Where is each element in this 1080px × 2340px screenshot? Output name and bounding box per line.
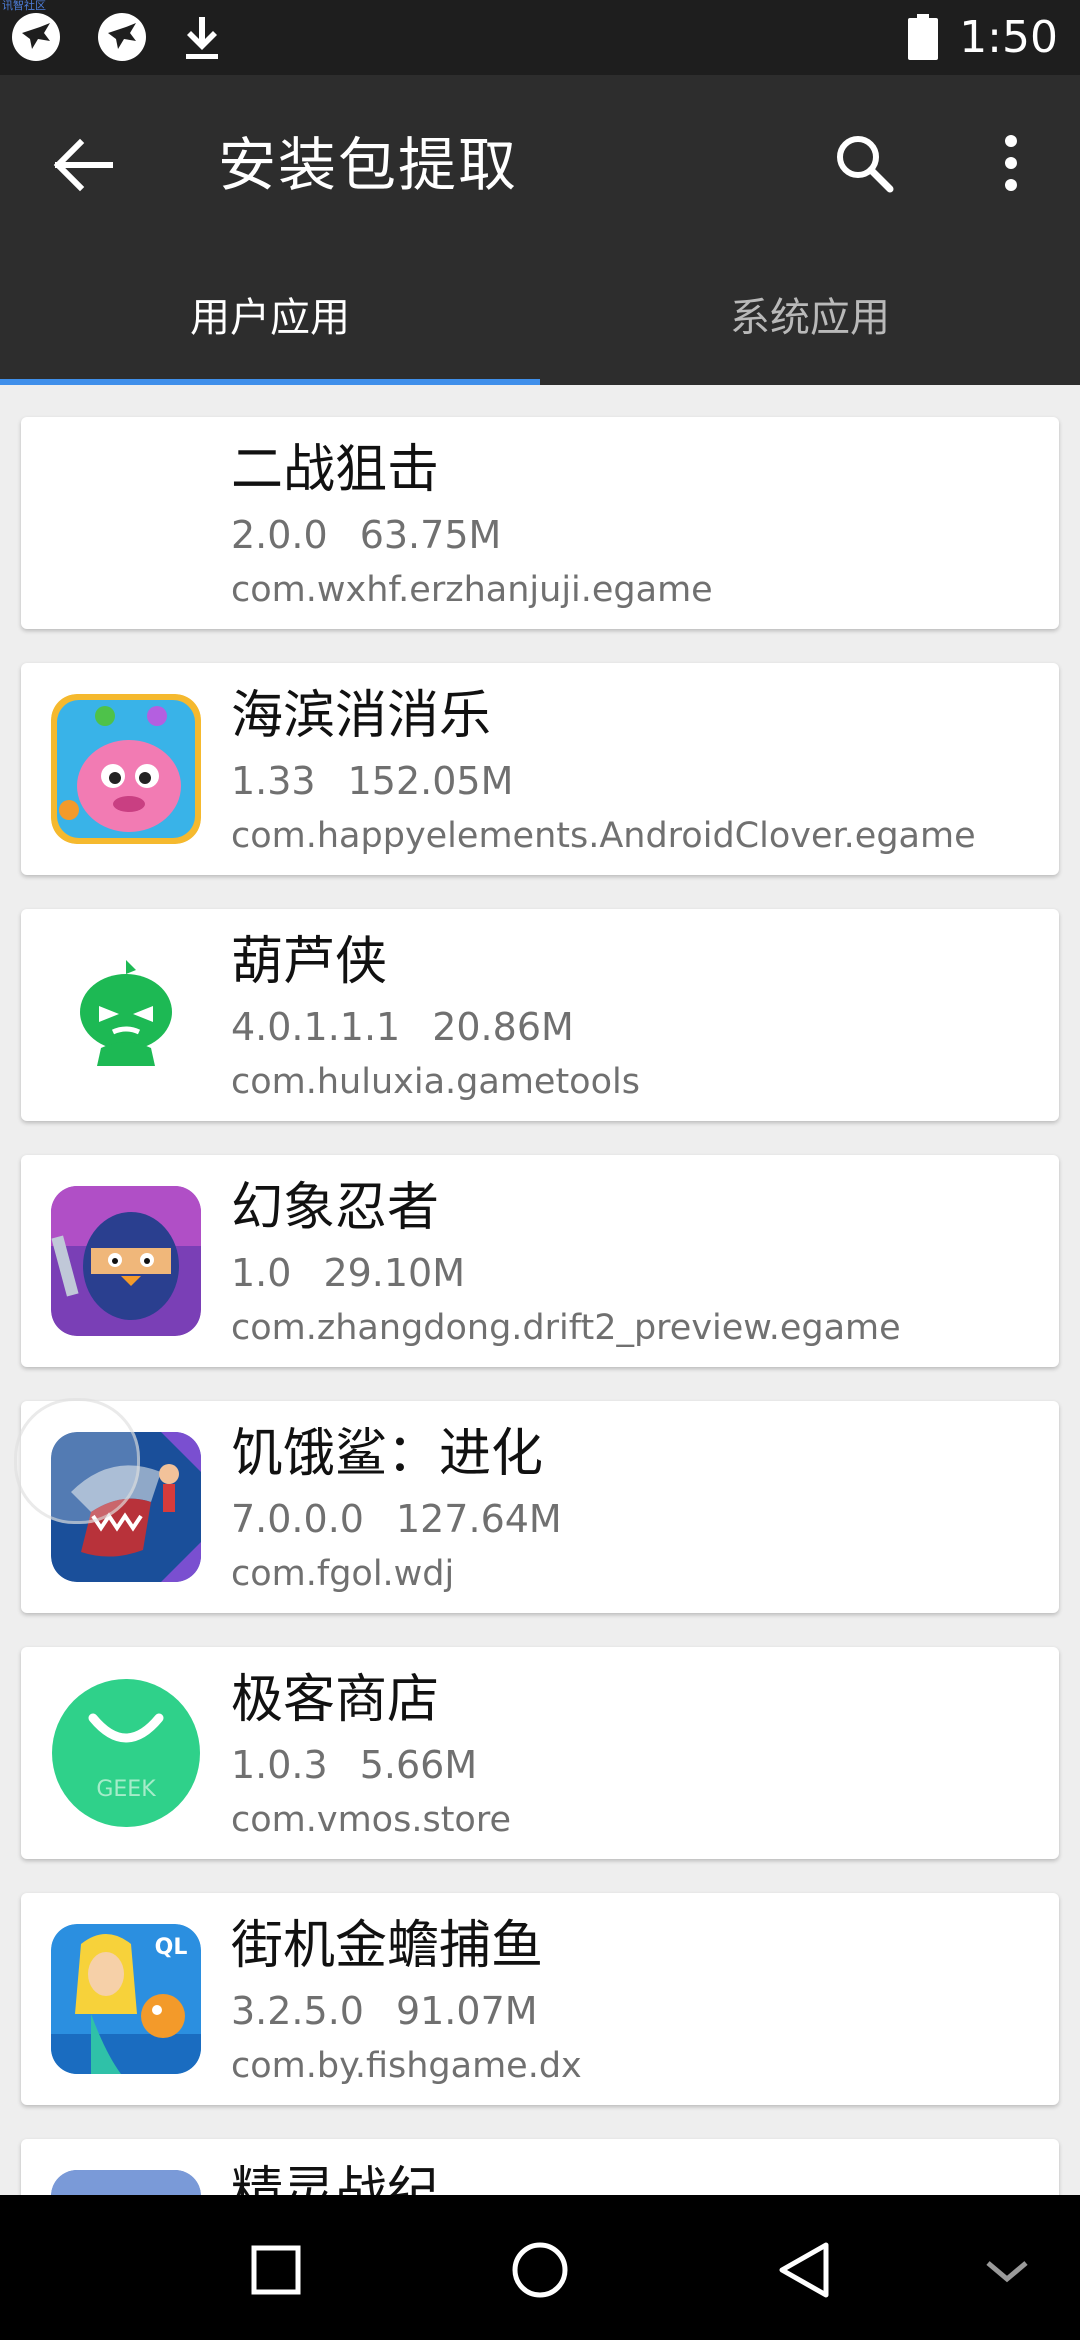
app-name: 极客商店 — [231, 1670, 440, 1730]
status-bar: 讯智社区 1:50 — [0, 0, 1080, 75]
app-package: com.wxhf.erzhanjuji.egame — [231, 570, 713, 610]
app-meta: 7.0.0.0 127.64M — [231, 1493, 562, 1545]
page-title: 安装包提取 — [218, 131, 519, 199]
clock: 1:50 — [959, 12, 1058, 63]
app-package: com.vmos.store — [231, 1800, 511, 1840]
back-arrow-icon[interactable] — [48, 130, 118, 200]
app-meta: 1.0.3 5.66M — [231, 1739, 477, 1791]
mermaid-fish-icon-text: QL — [155, 1935, 188, 1960]
geek-store-icon: GEEK — [51, 1678, 201, 1828]
app-package: com.fgol.wdj — [231, 1554, 455, 1594]
app-size: 152.05M — [347, 759, 514, 803]
app-size: 127.64M — [395, 1497, 562, 1541]
list-item[interactable]: 饥饿鲨：进化 7.0.0.0 127.64M com.fgol.wdj — [21, 1401, 1059, 1613]
app-version: 2.0.0 — [231, 513, 328, 557]
app-version: 1.33 — [231, 759, 316, 803]
app-version: 1.0 — [231, 1251, 292, 1295]
app-meta: 2.0.0 63.75M — [231, 509, 501, 561]
app-size: 91.07M — [395, 1989, 538, 2033]
mermaid-fish-icon: QL — [51, 1924, 201, 2074]
app-name: 精灵战纪 — [231, 2162, 440, 2195]
green-gourd-icon — [51, 940, 201, 1090]
list-item[interactable]: 葫芦侠 4.0.1.1.1 20.86M com.huluxia.gametool… — [21, 909, 1059, 1121]
back-triangle-icon[interactable] — [760, 2225, 850, 2315]
navigation-bar — [0, 2195, 1080, 2340]
geek-store-icon-text: GEEK — [96, 1777, 156, 1802]
floating-assistive-button[interactable] — [14, 1398, 140, 1524]
app-meta: 1.0 29.10M — [231, 1247, 465, 1299]
battery-icon — [908, 14, 938, 60]
app-package: com.zhangdong.drift2_preview.egame — [231, 1308, 901, 1348]
tab-system-apps[interactable]: 系统应用 — [540, 273, 1080, 385]
app-name: 二战狙击 — [231, 440, 440, 500]
app-package: com.by.fishgame.dx — [231, 2046, 582, 2086]
app-name: 海滨消消乐 — [231, 686, 492, 746]
list-item[interactable]: GEEK 极客商店 1.0.3 5.66M com.vmos.store — [21, 1647, 1059, 1859]
list-item[interactable]: 幻象忍者 1.0 29.10M com.zhangdong.drift2_prev… — [21, 1155, 1059, 1367]
pink-creature-icon — [51, 694, 201, 844]
ninja-icon — [51, 1186, 201, 1336]
tab-user-apps-label: 用户应用 — [190, 295, 350, 341]
app-name: 饥饿鲨：进化 — [231, 1424, 544, 1484]
bird-notification-icon — [12, 13, 60, 61]
app-name: 街机金蟾捕鱼 — [231, 1916, 544, 1976]
app-version: 7.0.0.0 — [231, 1497, 364, 1541]
app-version: 3.2.5.0 — [231, 1989, 364, 2033]
bird-notification-icon — [98, 13, 146, 61]
app-list[interactable]: 二战狙击 2.0.0 63.75M com.wxhf.erzhanjuji.ega… — [0, 385, 1080, 2195]
search-icon[interactable] — [828, 127, 900, 199]
app-version: 1.0.3 — [231, 1743, 328, 1787]
blank-icon — [51, 448, 201, 598]
app-version: 4.0.1.1.1 — [231, 1005, 401, 1049]
app-package: com.huluxia.gametools — [231, 1062, 640, 1102]
home-circle-icon[interactable] — [495, 2225, 585, 2315]
list-item[interactable]: QL 街机金蟾捕鱼 3.2.5.0 91.07M com.by.fishgame.… — [21, 1893, 1059, 2105]
app-meta: 4.0.1.1.1 20.86M — [231, 1001, 574, 1053]
list-item[interactable]: 精灵战纪 — [21, 2139, 1059, 2195]
app-name: 葫芦侠 — [231, 932, 388, 992]
app-meta: 3.2.5.0 91.07M — [231, 1985, 538, 2037]
app-name: 幻象忍者 — [231, 1178, 440, 1238]
tab-user-apps[interactable]: 用户应用 — [0, 273, 540, 385]
app-size: 29.10M — [323, 1251, 466, 1295]
list-item[interactable]: 海滨消消乐 1.33 152.05M com.happyelements.Andr… — [21, 663, 1059, 875]
app-size: 63.75M — [359, 513, 502, 557]
app-package: com.happyelements.AndroidClover.egame — [231, 816, 976, 856]
more-vert-icon[interactable] — [985, 127, 1037, 199]
app-bar: 安装包提取 用户应用 系统应用 — [0, 75, 1080, 385]
partial-icon — [51, 2170, 201, 2195]
hide-chevron-icon[interactable] — [962, 2225, 1052, 2315]
list-item[interactable]: 二战狙击 2.0.0 63.75M com.wxhf.erzhanjuji.ega… — [21, 417, 1059, 629]
tab-system-apps-label: 系统应用 — [730, 295, 890, 341]
recents-square-icon[interactable] — [231, 2225, 321, 2315]
app-size: 5.66M — [359, 1743, 478, 1787]
download-icon — [186, 17, 218, 59]
app-meta: 1.33 152.05M — [231, 755, 513, 807]
app-size: 20.86M — [432, 1005, 574, 1049]
